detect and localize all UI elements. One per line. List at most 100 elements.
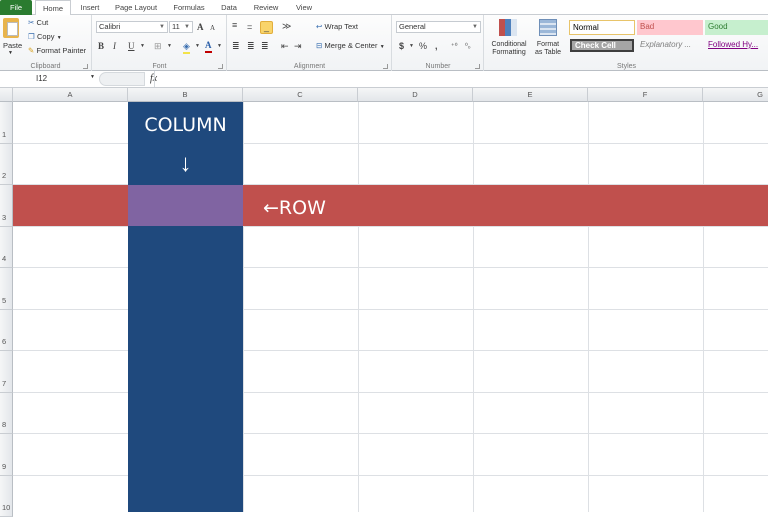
comma-button[interactable]: , xyxy=(435,41,438,52)
orientation-icon[interactable]: ≫ xyxy=(282,21,291,32)
merge-center-button[interactable]: ⊟ Merge & Center ▼ xyxy=(316,41,385,50)
style-check-cell[interactable]: Check Cell xyxy=(570,39,634,52)
clipboard-label: Clipboard xyxy=(0,63,91,70)
row-header-7[interactable]: 7 xyxy=(0,351,13,393)
cell-c3-row-label[interactable]: ←ROW xyxy=(263,197,326,219)
column-header-f[interactable]: F xyxy=(588,88,703,102)
tab-insert[interactable]: Insert xyxy=(78,0,102,15)
tab-formulas[interactable]: Formulas xyxy=(170,0,208,15)
wrap-text-icon: ↩ xyxy=(316,22,322,31)
cell-b1-column-label[interactable]: COLUMN xyxy=(128,114,243,136)
conditional-formatting-button[interactable]: Conditional Formatting xyxy=(488,41,530,57)
bottom-align-icon[interactable]: _ xyxy=(260,21,273,34)
borders-icon[interactable]: ⊞ xyxy=(154,41,162,52)
row-header-5[interactable]: 5 xyxy=(0,268,13,310)
percent-button[interactable]: % xyxy=(419,41,427,52)
underline-button[interactable]: U xyxy=(128,41,135,52)
conditional-formatting-icon[interactable] xyxy=(499,19,517,36)
currency-button[interactable]: $ xyxy=(399,41,404,52)
row-header-1[interactable]: 1 xyxy=(0,102,13,144)
name-box[interactable]: I12 xyxy=(0,72,98,86)
paste-icon[interactable] xyxy=(3,18,19,38)
row-header-8[interactable]: 8 xyxy=(0,393,13,435)
chevron-down-icon[interactable]: ▼ xyxy=(217,41,222,52)
row-header-4[interactable]: 4 xyxy=(0,227,13,269)
decrease-decimal-icon[interactable]: ⁰₀ xyxy=(465,41,471,52)
formula-bar-splitter[interactable] xyxy=(99,72,145,86)
formula-input[interactable] xyxy=(154,71,768,87)
alignment-launcher-icon[interactable] xyxy=(383,64,388,69)
name-box-dropdown-icon[interactable]: ▼ xyxy=(90,74,95,80)
font-launcher-icon[interactable] xyxy=(218,64,223,69)
tab-view[interactable]: View xyxy=(292,0,316,15)
italic-button[interactable]: I xyxy=(113,41,116,52)
copy-button[interactable]: ❐ Copy ▼ xyxy=(28,32,62,41)
column-header-c[interactable]: C xyxy=(243,88,358,102)
font-color-icon[interactable]: A xyxy=(205,40,212,53)
tab-review[interactable]: Review xyxy=(251,0,281,15)
ribbon: Paste ▼ ✂ Cut ❐ Copy ▼ ✎ Format Painter … xyxy=(0,15,768,71)
style-bad[interactable]: Bad xyxy=(637,20,703,35)
column-header-e[interactable]: E xyxy=(473,88,588,102)
increase-decimal-icon[interactable]: ⁺⁰ xyxy=(451,41,458,52)
bold-button[interactable]: B xyxy=(98,41,104,52)
select-all-button[interactable] xyxy=(0,88,13,102)
tab-page-layout[interactable]: Page Layout xyxy=(112,0,160,15)
row-3-highlight[interactable] xyxy=(13,185,768,226)
paste-dropdown-icon[interactable]: ▼ xyxy=(8,50,13,56)
top-align-icon[interactable]: ≡ xyxy=(232,20,237,31)
cell-b3-intersection[interactable] xyxy=(128,185,243,226)
font-size-dropdown[interactable]: 11▼ xyxy=(169,21,193,33)
middle-align-icon[interactable]: = xyxy=(247,22,252,33)
gridline xyxy=(13,433,768,434)
style-followed-hyperlink[interactable]: Followed Hy... xyxy=(705,38,768,53)
fill-color-icon[interactable]: ◈ xyxy=(183,41,190,54)
clipboard-launcher-icon[interactable] xyxy=(83,64,88,69)
chevron-down-icon: ▼ xyxy=(159,22,165,32)
grow-font-icon[interactable]: A xyxy=(197,22,204,33)
align-left-icon[interactable]: ≣ xyxy=(232,41,240,52)
tab-data[interactable]: Data xyxy=(218,0,240,15)
align-center-icon[interactable]: ≣ xyxy=(247,41,255,52)
gridline xyxy=(13,226,768,227)
chevron-down-icon[interactable]: ▼ xyxy=(167,41,172,52)
cut-button[interactable]: ✂ Cut xyxy=(28,18,48,27)
wrap-text-button[interactable]: ↩ Wrap Text xyxy=(316,22,358,31)
row-header-6[interactable]: 6 xyxy=(0,310,13,352)
style-explanatory[interactable]: Explanatory ... xyxy=(637,38,703,53)
tab-home[interactable]: Home xyxy=(35,0,71,16)
chevron-down-icon: ▼ xyxy=(472,22,478,32)
chevron-down-icon[interactable]: ▼ xyxy=(195,41,200,52)
decrease-indent-icon[interactable]: ⇤ xyxy=(281,41,289,52)
gridline xyxy=(13,350,768,351)
row-header-10[interactable]: 10 xyxy=(0,476,13,517)
increase-indent-icon[interactable]: ⇥ xyxy=(294,41,302,52)
number-format-dropdown[interactable]: General▼ xyxy=(396,21,481,33)
align-right-icon[interactable]: ≣ xyxy=(261,41,269,52)
font-name-dropdown[interactable]: Calibri▼ xyxy=(96,21,168,33)
shrink-font-icon[interactable]: A xyxy=(210,23,215,34)
chevron-down-icon[interactable]: ▼ xyxy=(409,41,414,52)
format-as-table-button[interactable]: Format as Table xyxy=(531,41,565,57)
column-header-b[interactable]: B xyxy=(128,88,243,102)
row-header-9[interactable]: 9 xyxy=(0,434,13,476)
chevron-down-icon[interactable]: ▼ xyxy=(140,41,145,52)
number-launcher-icon[interactable] xyxy=(475,64,480,69)
chevron-down-icon: ▼ xyxy=(57,35,62,41)
style-normal[interactable]: Normal xyxy=(569,20,635,35)
number-label: Number xyxy=(393,63,483,70)
paste-button[interactable]: Paste xyxy=(3,41,22,50)
format-as-table-icon[interactable] xyxy=(539,19,557,36)
style-good[interactable]: Good xyxy=(705,20,768,35)
cell-b2-down-arrow-icon[interactable]: ↓ xyxy=(128,150,243,178)
row-header-2[interactable]: 2 xyxy=(0,144,13,186)
scissors-icon: ✂ xyxy=(28,18,34,27)
tab-file[interactable]: File xyxy=(0,0,32,15)
ribbon-tabs: File Home Insert Page Layout Formulas Da… xyxy=(0,0,768,15)
row-header-3[interactable]: 3 xyxy=(0,185,13,227)
column-header-a[interactable]: A xyxy=(13,88,128,102)
column-header-g[interactable]: G xyxy=(703,88,768,102)
column-header-d[interactable]: D xyxy=(358,88,473,102)
format-painter-button[interactable]: ✎ Format Painter xyxy=(28,46,86,55)
gridline xyxy=(243,102,244,512)
